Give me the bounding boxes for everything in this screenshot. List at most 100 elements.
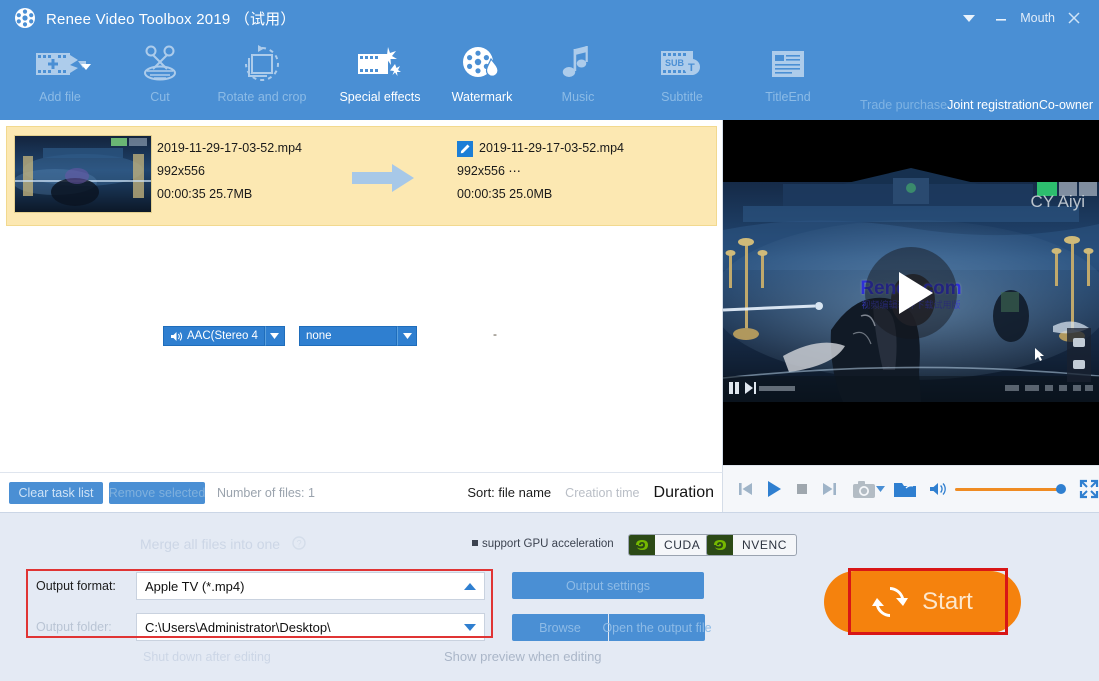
- svg-text:SUB: SUB: [665, 58, 685, 68]
- promo-links: Trade purchase Joint registration Co-own…: [860, 98, 1093, 112]
- play-icon[interactable]: [764, 474, 784, 504]
- folder-icon[interactable]: [893, 474, 917, 504]
- skip-next-icon[interactable]: [821, 474, 840, 504]
- close-icon[interactable]: [1059, 3, 1089, 33]
- shutdown-after-editing-label[interactable]: Shut down after editing: [143, 650, 271, 664]
- toolbar-label: Subtitle: [661, 90, 703, 104]
- list-footer: Clear task list Remove selected Number o…: [0, 472, 723, 512]
- add-file-caret-icon[interactable]: [81, 64, 91, 70]
- nvidia-icon: [707, 535, 733, 555]
- speaker-icon: [170, 331, 183, 342]
- gpu-badge-cuda[interactable]: CUDA: [628, 534, 711, 556]
- title-end-icon: [769, 42, 807, 86]
- show-preview-label[interactable]: Show preview when editing: [444, 649, 602, 664]
- chevron-down-icon[interactable]: [397, 326, 417, 346]
- subtitle-track-select[interactable]: none: [299, 326, 417, 346]
- skip-previous-icon[interactable]: [736, 474, 755, 504]
- gpu-support-note: support GPU acceleration: [472, 538, 614, 550]
- toolbar-item-cut[interactable]: Cut: [106, 42, 214, 118]
- video-preview[interactable]: Renee.com 视频编辑软件下载试用版 CY Aiyi: [723, 120, 1099, 465]
- subtitle-track-value: none: [299, 326, 397, 346]
- joint-registration-link[interactable]: Joint registration: [947, 98, 1039, 112]
- fullscreen-icon[interactable]: [1079, 474, 1099, 504]
- player-control-bar: [723, 465, 1099, 512]
- speaker-icon[interactable]: [929, 474, 949, 504]
- svg-text:T: T: [688, 62, 695, 74]
- output-settings-button[interactable]: Output settings: [512, 572, 704, 599]
- main-toolbar: Add file Cut Rotate and crop Special eff…: [0, 36, 1099, 120]
- add-file-icon: [34, 42, 86, 86]
- source-resolution: 992x556: [157, 164, 205, 178]
- audio-track-value: AAC(Stereo 4: [187, 330, 258, 342]
- clear-task-list-button[interactable]: Clear task list: [9, 481, 103, 504]
- trade-purchase-link[interactable]: Trade purchase: [860, 98, 947, 112]
- nvidia-icon: [629, 535, 655, 555]
- special-effects-icon: [356, 42, 404, 86]
- toolbar-label: Special effects: [339, 90, 421, 104]
- toolbar-item-subtitle[interactable]: SUB T Subtitle: [628, 42, 736, 118]
- file-list-pane[interactable]: 2019-11-29-17-03-52.mp4 992x556 00:00:35…: [0, 120, 723, 472]
- toolbar-item-special-effects[interactable]: Special effects: [326, 42, 434, 118]
- chevron-down-icon[interactable]: [954, 3, 984, 33]
- app-window: Renee Video Toolbox 2019 （试用） Mouth Add …: [0, 0, 1099, 681]
- chevron-down-icon[interactable]: [264, 326, 285, 346]
- source-duration-size: 00:00:35 25.7MB: [157, 187, 253, 201]
- start-button[interactable]: Start: [824, 571, 1021, 633]
- gpu-badge-label: NVENC: [742, 538, 788, 552]
- open-output-file-button[interactable]: Open the output file: [602, 614, 712, 641]
- toolbar-item-title-end[interactable]: TitleEnd: [734, 42, 842, 118]
- toolbar-label: Add file: [39, 90, 81, 104]
- remove-selected-button[interactable]: Remove selected: [109, 481, 205, 504]
- toolbar-label: Rotate and crop: [217, 90, 307, 104]
- gpu-badge-nvenc[interactable]: NVENC: [706, 534, 798, 556]
- arrow-right-icon: [352, 163, 416, 198]
- video-channel-label: CY Aiyi: [1030, 192, 1086, 211]
- maximize-button[interactable]: Mouth: [1018, 11, 1057, 25]
- sort-controls: Sort: file name Creation time Duration: [467, 484, 714, 502]
- volume-slider[interactable]: [955, 474, 1067, 504]
- table-row[interactable]: 2019-11-29-17-03-52.mp4 992x556 00:00:35…: [6, 126, 717, 346]
- rotate-crop-icon: [240, 42, 284, 86]
- music-note-icon: [561, 42, 595, 86]
- toolbar-item-add-file[interactable]: Add file: [6, 42, 114, 118]
- toolbar-item-music[interactable]: Music: [524, 42, 632, 118]
- chevron-down-icon[interactable]: [876, 474, 886, 504]
- toolbar-label: TitleEnd: [765, 90, 811, 104]
- sort-label[interactable]: Sort: file name: [467, 485, 551, 500]
- sort-option-creation-time[interactable]: Creation time: [565, 486, 639, 500]
- subtitle-icon: SUB T: [659, 42, 705, 86]
- toolbar-item-watermark[interactable]: Watermark: [428, 42, 536, 118]
- browse-button[interactable]: Browse: [512, 614, 608, 641]
- help-icon[interactable]: ?: [292, 536, 306, 555]
- refresh-cycle-icon: [872, 585, 909, 619]
- scissors-icon: [138, 42, 182, 86]
- sort-option-duration[interactable]: Duration: [654, 484, 714, 502]
- merge-all-files-label[interactable]: Merge all files into one: [140, 536, 280, 552]
- app-title: Renee Video Toolbox 2019 （试用）: [46, 10, 296, 28]
- co-owner-link[interactable]: Co-owner: [1039, 98, 1093, 112]
- number-of-files: Number of files: 1: [217, 485, 315, 500]
- watermark-icon: [461, 42, 503, 86]
- output-settings-highlight: [26, 569, 493, 638]
- destination-file-info: 2019-11-29-17-03-52.mp4 992x556 ⋯ 00:00:…: [457, 137, 624, 206]
- camera-icon[interactable]: [852, 474, 876, 504]
- svg-text:?: ?: [297, 539, 302, 549]
- extra-cell: -: [493, 327, 497, 341]
- audio-track-select[interactable]: AAC(Stereo 4: [163, 326, 285, 346]
- start-button-label: Start: [922, 588, 973, 615]
- source-file-info: 2019-11-29-17-03-52.mp4 992x556 00:00:35…: [157, 137, 302, 206]
- stop-icon[interactable]: [793, 474, 812, 504]
- minimize-icon[interactable]: [986, 3, 1016, 33]
- video-thumbnail: [14, 135, 152, 213]
- window-controls: Mouth: [954, 0, 1089, 36]
- play-circle-icon[interactable]: [865, 246, 957, 339]
- toolbar-label: Watermark: [451, 90, 513, 104]
- toolbar-label: Cut: [150, 90, 170, 104]
- edit-pencil-icon[interactable]: [457, 140, 473, 157]
- toolbar-item-rotate-crop[interactable]: Rotate and crop: [208, 42, 316, 118]
- gpu-badge-label: CUDA: [664, 538, 701, 552]
- film-reel-icon: [14, 7, 36, 29]
- toolbar-label: Music: [561, 90, 595, 104]
- destination-resolution: 992x556 ⋯: [457, 164, 521, 178]
- destination-file-name: 2019-11-29-17-03-52.mp4: [479, 141, 625, 155]
